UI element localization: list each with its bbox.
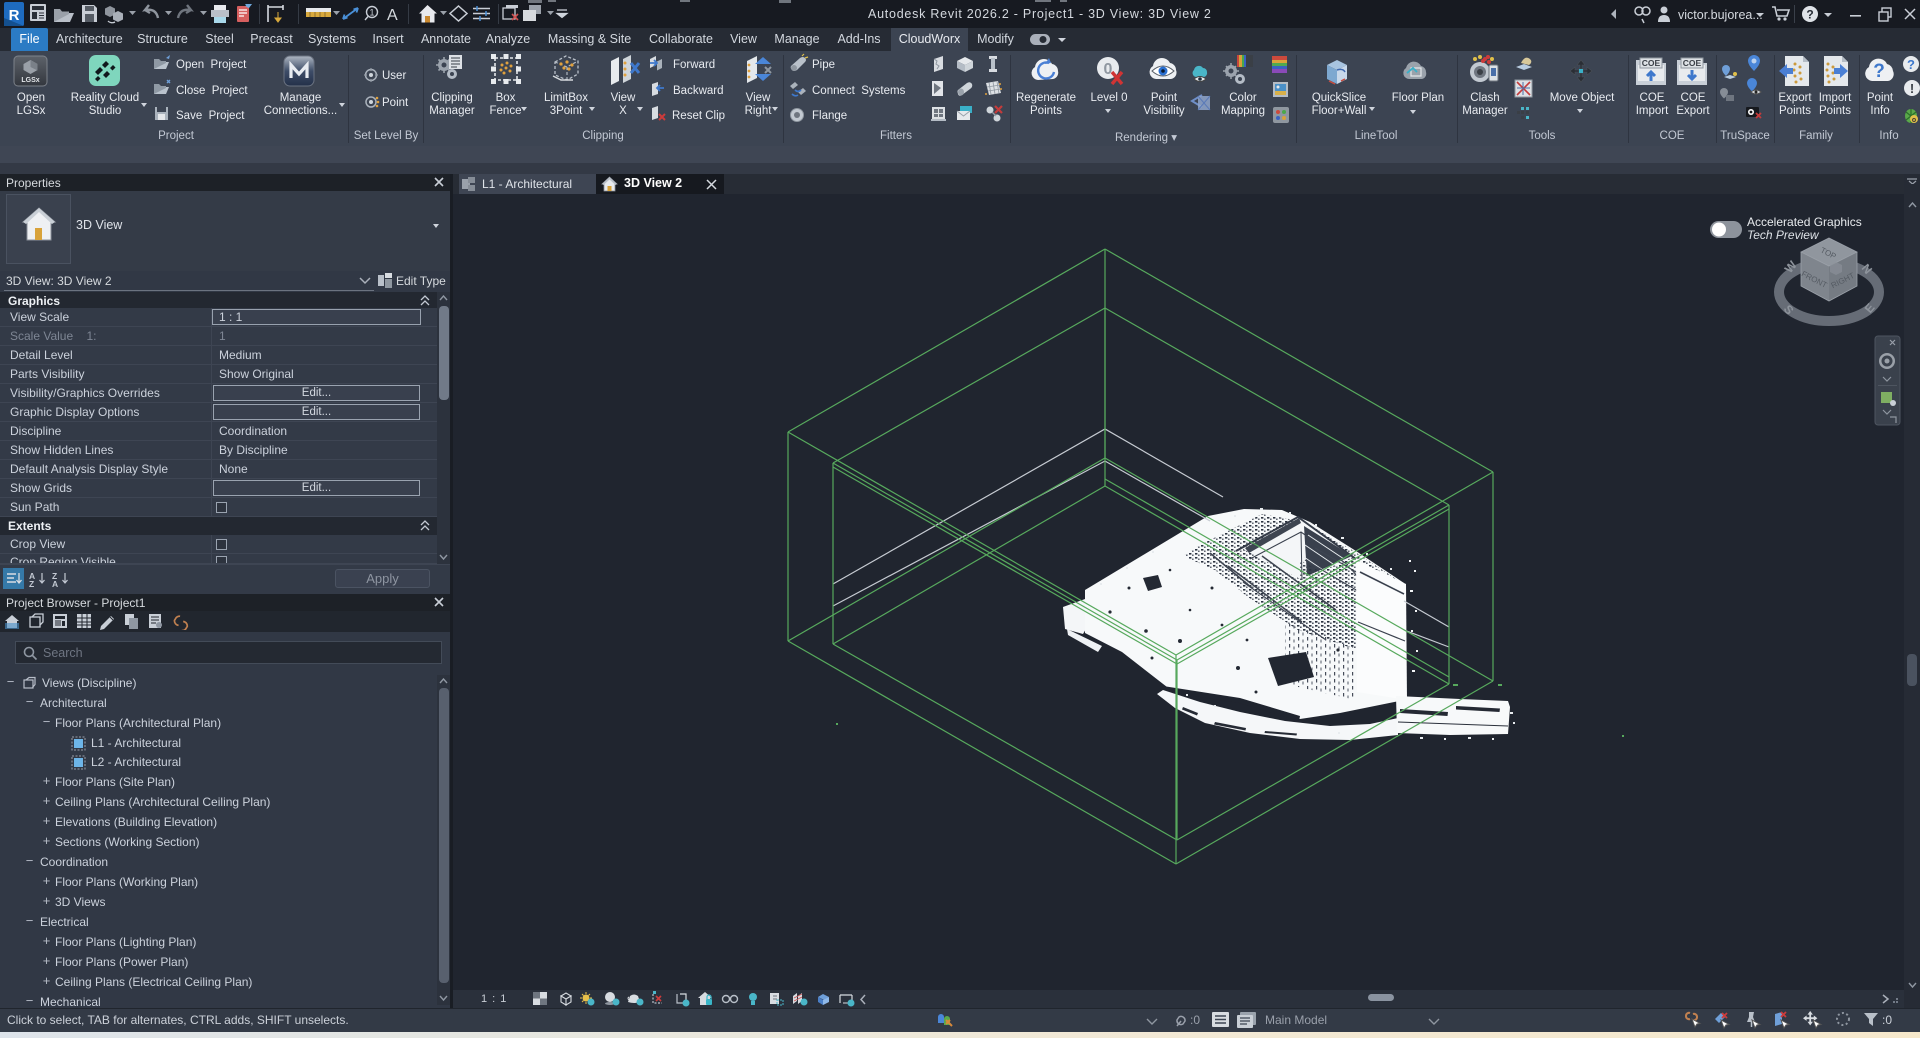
svg-text:A: A	[387, 7, 398, 24]
svg-text:COE: COE	[1683, 58, 1702, 68]
svg-text:?: ?	[1873, 61, 1885, 82]
svg-text:?: ?	[1907, 57, 1915, 72]
svg-text:victor.bujorea...: victor.bujorea...	[1678, 8, 1763, 22]
svg-text:?: ?	[1806, 8, 1813, 22]
svg-text:0: 0	[1104, 61, 1113, 78]
svg-text:LGSx: LGSx	[21, 77, 39, 84]
svg-text:COE: COE	[1642, 58, 1661, 68]
svg-text:R: R	[9, 7, 20, 24]
svg-text:Accelerated Graphics: Accelerated Graphics	[1747, 215, 1862, 229]
svg-text:Z: Z	[29, 579, 34, 587]
svg-text:A: A	[52, 579, 58, 587]
svg-text:Tech Preview: Tech Preview	[1747, 228, 1820, 242]
svg-text:1: 1	[369, 8, 374, 18]
svg-text:o: o	[1912, 117, 1916, 124]
svg-text:!: !	[1910, 81, 1914, 96]
